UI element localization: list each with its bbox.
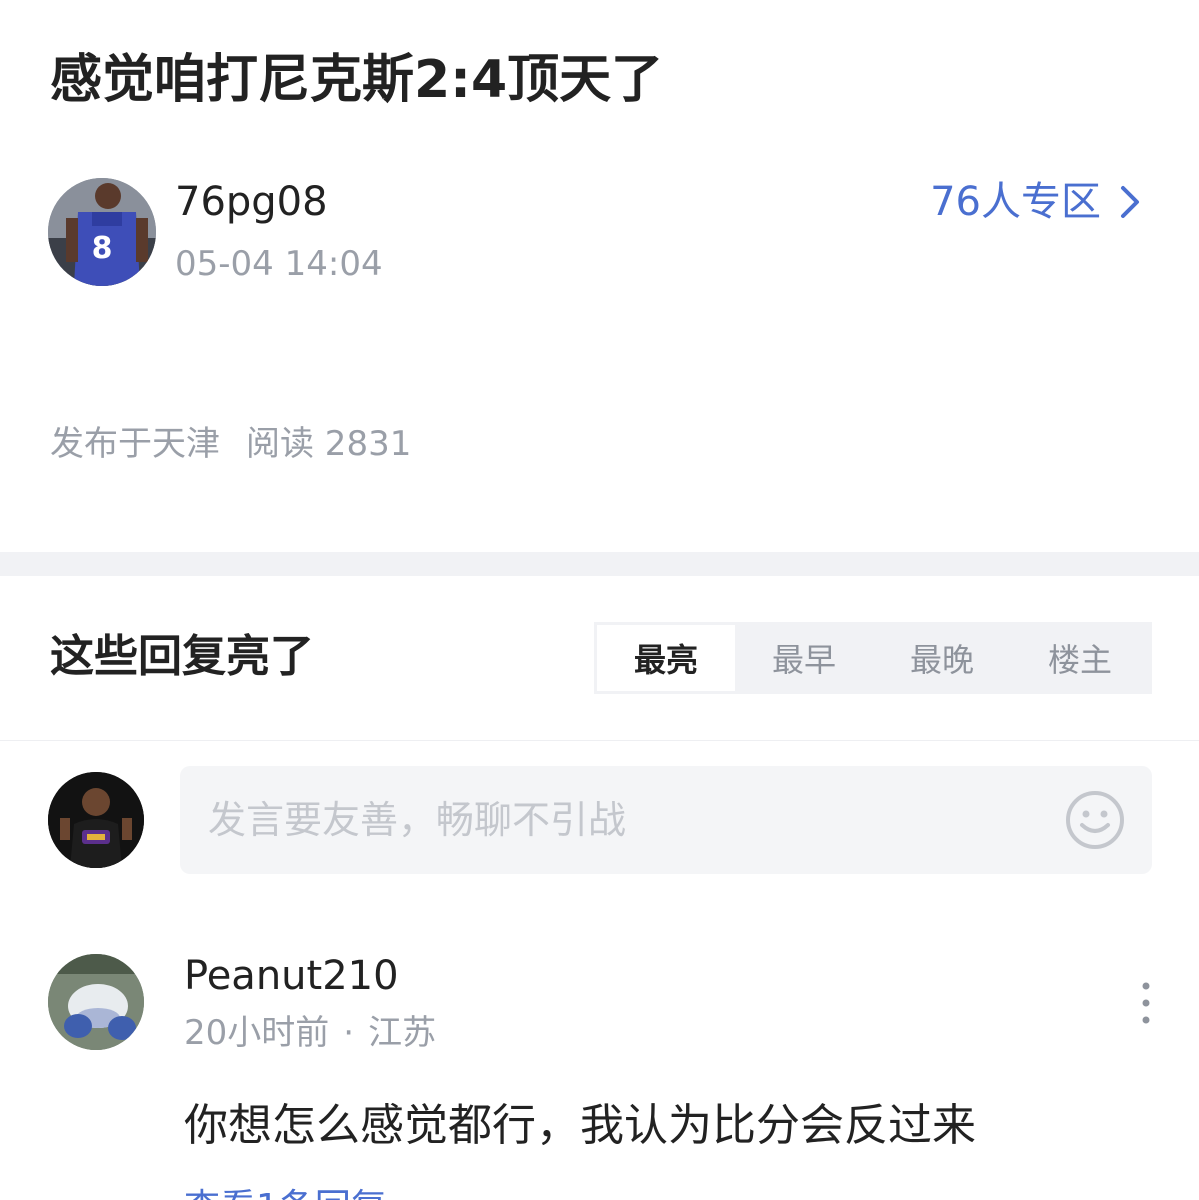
tab-brightest[interactable]: 最亮 <box>597 625 735 691</box>
reply-username[interactable]: Peanut210 <box>184 950 399 1002</box>
read-count: 阅读 2831 <box>246 424 412 464</box>
smiley-face-icon[interactable] <box>1064 789 1126 851</box>
team-zone-link[interactable]: 76人专区 <box>930 176 1147 228</box>
team-zone-label: 76人专区 <box>930 179 1101 225</box>
reply-text: 你想怎么感觉都行，我认为比分会反过来 <box>184 1100 976 1151</box>
post-page: 感觉咱打尼克斯2:4顶天了 8 76pg08 05-04 14:04 76人专区… <box>0 0 1199 1200</box>
reply-time: 20小时前 <box>184 1013 330 1053</box>
view-replies-link[interactable]: 查看1条回复 › <box>184 1184 413 1200</box>
reply-location: 江苏 <box>368 1013 437 1053</box>
reply-meta: 20小时前 · 江苏 <box>184 1010 436 1056</box>
tab-latest[interactable]: 最晚 <box>873 625 1011 691</box>
post-timestamp: 05-04 14:04 <box>175 244 383 284</box>
author-avatar[interactable]: 8 <box>48 178 156 286</box>
tab-op-only[interactable]: 楼主 <box>1011 625 1149 691</box>
chevron-right-icon <box>1121 186 1139 218</box>
reply-user-avatar[interactable] <box>48 954 144 1050</box>
section-divider <box>0 552 1199 576</box>
current-user-avatar[interactable] <box>48 772 144 868</box>
comment-box <box>180 766 1152 874</box>
comment-input[interactable] <box>206 789 1054 851</box>
author-name[interactable]: 76pg08 <box>175 176 328 228</box>
replies-heading: 这些回复亮了 <box>50 631 314 682</box>
divider <box>0 740 1199 741</box>
post-meta: 发布于天津 阅读 2831 <box>50 420 411 468</box>
meta-separator: · <box>343 1013 355 1053</box>
sort-tabs: 最亮 最早 最晚 楼主 <box>594 622 1152 694</box>
svg-text:8: 8 <box>92 231 113 266</box>
post-title: 感觉咱打尼克斯2:4顶天了 <box>50 50 664 110</box>
more-options-icon[interactable] <box>1126 980 1166 1026</box>
tab-earliest[interactable]: 最早 <box>735 625 873 691</box>
post-location: 发布于天津 <box>50 424 220 464</box>
